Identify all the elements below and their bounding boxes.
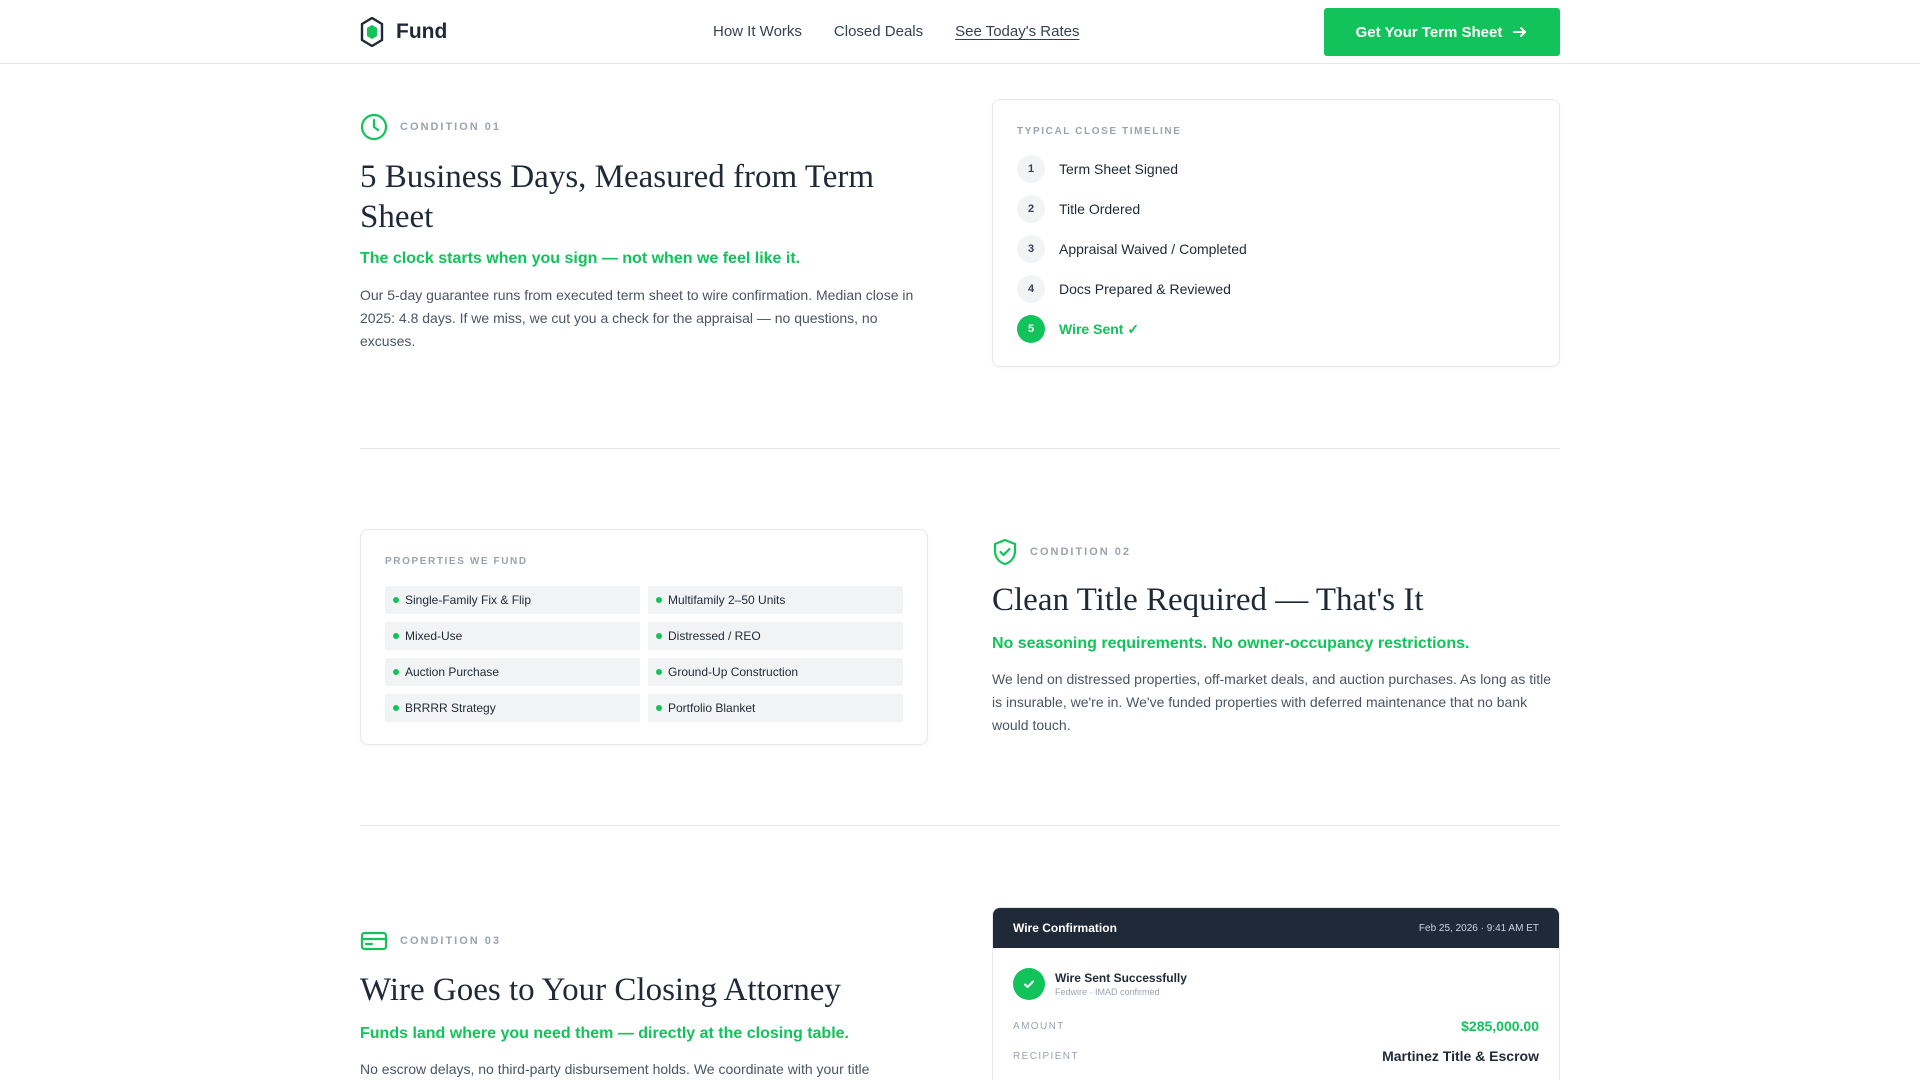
fund-logo-icon bbox=[360, 17, 384, 47]
wire-amount-row: AMOUNT $285,000.00 bbox=[1013, 1018, 1539, 1034]
step-text: Wire Sent ✓ bbox=[1059, 320, 1140, 337]
condition-03-header: CONDITION 03 bbox=[360, 929, 501, 953]
nav-todays-rates[interactable]: See Today's Rates bbox=[955, 23, 1079, 40]
step-number: 2 bbox=[1017, 195, 1045, 223]
property-item: Multifamily 2–50 Units bbox=[648, 586, 903, 614]
step-number: 3 bbox=[1017, 235, 1045, 263]
timeline-step: 3 Appraisal Waived / Completed bbox=[1017, 235, 1247, 263]
bullet-dot-icon bbox=[393, 705, 399, 711]
step-number: 5 bbox=[1017, 315, 1045, 343]
property-item: Auction Purchase bbox=[385, 658, 640, 686]
property-item: Distressed / REO bbox=[648, 622, 903, 650]
timeline-card: TYPICAL CLOSE TIMELINE 1 Term Sheet Sign… bbox=[992, 99, 1560, 367]
properties-label: PROPERTIES WE FUND bbox=[385, 556, 528, 567]
arrow-right-icon bbox=[1512, 24, 1528, 40]
logo[interactable]: Fund bbox=[360, 17, 447, 47]
logo-text: Fund bbox=[396, 20, 448, 43]
step-number: 1 bbox=[1017, 155, 1045, 183]
step-text: Title Ordered bbox=[1059, 201, 1141, 217]
credit-card-icon bbox=[360, 929, 388, 953]
timeline-step: 2 Title Ordered bbox=[1017, 195, 1140, 223]
timeline-step-complete: 5 Wire Sent ✓ bbox=[1017, 315, 1139, 343]
wire-status-sub: Fedwire · IMAD confirmed bbox=[1055, 987, 1160, 997]
bullet-dot-icon bbox=[656, 633, 662, 639]
site-header: Fund How It Works Closed Deals See Today… bbox=[0, 0, 1920, 64]
properties-card: PROPERTIES WE FUND Single-Family Fix & F… bbox=[360, 529, 928, 745]
wire-recipient-row: RECIPIENT Martinez Title & Escrow bbox=[1013, 1048, 1539, 1064]
main-nav: How It Works Closed Deals See Today's Ra… bbox=[713, 23, 1079, 40]
step-number: 4 bbox=[1017, 275, 1045, 303]
bullet-dot-icon bbox=[393, 597, 399, 603]
wire-status-title: Wire Sent Successfully bbox=[1055, 971, 1187, 985]
recipient-label: RECIPIENT bbox=[1013, 1050, 1079, 1062]
timeline-step: 4 Docs Prepared & Reviewed bbox=[1017, 275, 1231, 303]
condition-02-header: CONDITION 02 bbox=[992, 538, 1131, 566]
wire-card-title: Wire Confirmation bbox=[1013, 921, 1117, 935]
wire-confirmation-card: Wire Confirmation Feb 25, 2026 · 9:41 AM… bbox=[992, 907, 1560, 1080]
condition-02-body: We lend on distressed properties, off-ma… bbox=[992, 671, 1552, 733]
property-item: Single-Family Fix & Flip bbox=[385, 586, 640, 614]
check-circle-icon bbox=[1013, 968, 1045, 1000]
cta-label: Get Your Term Sheet bbox=[1355, 23, 1503, 41]
condition-label: CONDITION 01 bbox=[400, 121, 502, 133]
shield-check-icon bbox=[992, 538, 1018, 566]
wire-timestamp: Feb 25, 2026 · 9:41 AM ET bbox=[1418, 922, 1539, 934]
condition-03-subtitle: Funds land where you need them — directl… bbox=[360, 1025, 849, 1042]
step-text: Appraisal Waived / Completed bbox=[1059, 241, 1247, 257]
property-item: Mixed-Use bbox=[385, 622, 640, 650]
get-term-sheet-button[interactable]: Get Your Term Sheet bbox=[1324, 8, 1560, 56]
recipient-value: Martinez Title & Escrow bbox=[1382, 1048, 1539, 1064]
section-divider bbox=[360, 448, 1560, 449]
bullet-dot-icon bbox=[656, 705, 662, 711]
wire-status: Wire Sent Successfully Fedwire · IMAD co… bbox=[1013, 968, 1187, 1000]
condition-01-subtitle: The clock starts when you sign — not whe… bbox=[360, 250, 801, 267]
step-text: Term Sheet Signed bbox=[1059, 161, 1179, 177]
properties-grid: Single-Family Fix & Flip Multifamily 2–5… bbox=[385, 586, 903, 722]
bullet-dot-icon bbox=[656, 597, 662, 603]
wire-card-header: Wire Confirmation Feb 25, 2026 · 9:41 AM… bbox=[993, 908, 1559, 948]
condition-01-header: CONDITION 01 bbox=[360, 113, 501, 141]
nav-closed-deals[interactable]: Closed Deals bbox=[834, 23, 923, 40]
condition-03-title: Wire Goes to Your Closing Attorney bbox=[360, 972, 841, 1008]
property-item: Ground-Up Construction bbox=[648, 658, 903, 686]
timeline-step: 1 Term Sheet Signed bbox=[1017, 155, 1178, 183]
condition-01-title: 5 Business Days, Measured from Term Shee… bbox=[360, 159, 874, 235]
property-item: BRRRR Strategy bbox=[385, 694, 640, 722]
condition-02-subtitle: No seasoning requirements. No owner-occu… bbox=[992, 635, 1470, 652]
condition-label: CONDITION 03 bbox=[400, 935, 502, 947]
timeline-label: TYPICAL CLOSE TIMELINE bbox=[1017, 126, 1182, 137]
condition-label: CONDITION 02 bbox=[1030, 546, 1132, 558]
clock-icon bbox=[360, 113, 388, 141]
step-text: Docs Prepared & Reviewed bbox=[1059, 281, 1231, 297]
bullet-dot-icon bbox=[393, 633, 399, 639]
bullet-dot-icon bbox=[656, 669, 662, 675]
nav-how-it-works[interactable]: How It Works bbox=[713, 23, 802, 40]
bullet-dot-icon bbox=[393, 669, 399, 675]
condition-01-body: Our 5-day guarantee runs from executed t… bbox=[360, 287, 914, 349]
amount-value: $285,000.00 bbox=[1461, 1018, 1539, 1034]
property-item: Portfolio Blanket bbox=[648, 694, 903, 722]
condition-02-title: Clean Title Required — That's It bbox=[992, 582, 1424, 618]
condition-03-body: No escrow delays, no third-party disburs… bbox=[360, 1061, 870, 1077]
amount-label: AMOUNT bbox=[1013, 1020, 1065, 1032]
section-divider bbox=[360, 825, 1560, 826]
